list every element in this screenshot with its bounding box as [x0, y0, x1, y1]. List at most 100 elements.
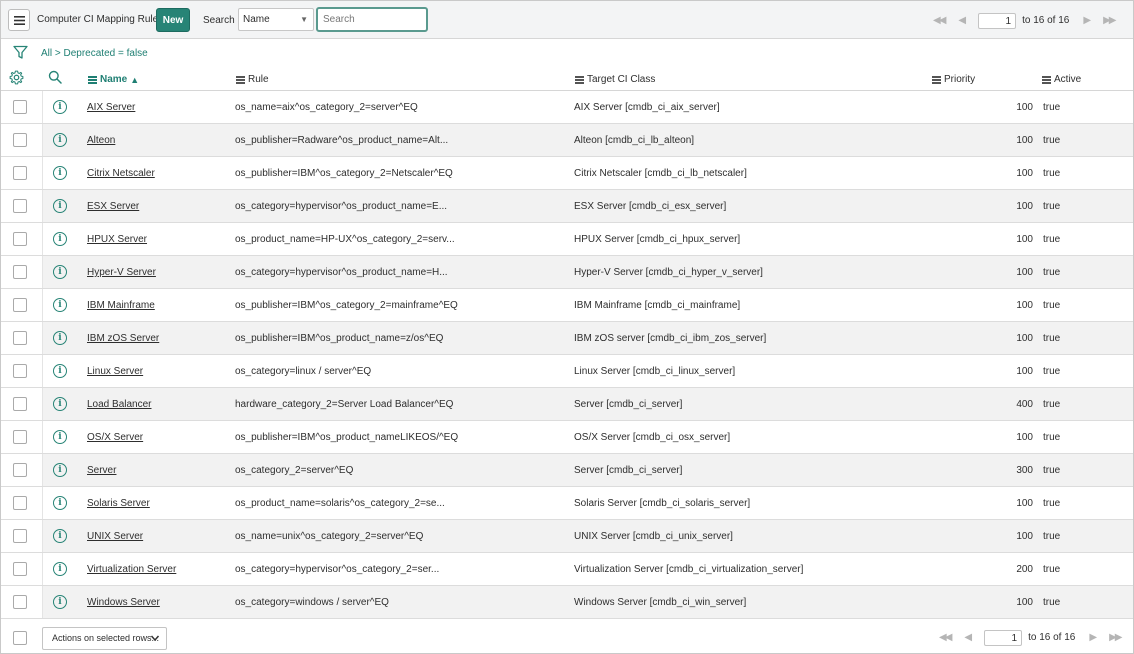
- record-name-link[interactable]: Virtualization Server: [87, 564, 176, 575]
- search-icon[interactable]: [48, 70, 62, 84]
- search-field-select[interactable]: Name ▼: [238, 8, 314, 31]
- info-icon[interactable]: i: [53, 397, 67, 411]
- sort-ascending-icon: ▲: [130, 74, 140, 85]
- record-name-link[interactable]: Server: [87, 465, 116, 476]
- record-name-link[interactable]: AIX Server: [87, 102, 135, 113]
- record-name-link[interactable]: Solaris Server: [87, 498, 150, 509]
- record-name-link[interactable]: Hyper-V Server: [87, 267, 156, 278]
- row-checkbox[interactable]: [13, 199, 27, 213]
- info-icon[interactable]: i: [53, 430, 67, 444]
- record-name-link[interactable]: HPUX Server: [87, 234, 147, 245]
- page-number-input[interactable]: 1: [984, 629, 1023, 646]
- column-menu-icon[interactable]: [88, 75, 97, 84]
- record-name-link[interactable]: Windows Server: [87, 597, 160, 608]
- active-cell: true: [1043, 399, 1061, 410]
- info-icon[interactable]: i: [53, 298, 67, 312]
- record-name-link[interactable]: ESX Server: [87, 201, 139, 212]
- row-checkbox[interactable]: [13, 133, 27, 147]
- last-page-icon[interactable]: ▶▶: [1109, 632, 1122, 643]
- info-icon[interactable]: i: [53, 529, 67, 543]
- column-header-name[interactable]: Name ▲: [88, 74, 139, 85]
- info-icon[interactable]: i: [53, 100, 67, 114]
- record-name-link[interactable]: Citrix Netscaler: [87, 168, 155, 179]
- column-menu-icon[interactable]: [932, 75, 941, 84]
- info-icon[interactable]: i: [53, 331, 67, 345]
- row-checkbox[interactable]: [13, 595, 27, 609]
- filter-icon[interactable]: [13, 45, 28, 60]
- table-body: i AIX Server os_name=aix^os_category_2=ser…: [1, 91, 1133, 619]
- top-pager: ◀◀ ◀ 1 to 16 of 16 ▶ ▶▶: [933, 12, 1117, 29]
- info-icon[interactable]: i: [53, 595, 67, 609]
- info-icon[interactable]: i: [53, 232, 67, 246]
- column-menu-icon[interactable]: [1042, 75, 1051, 84]
- column-menu-icon[interactable]: [236, 75, 245, 84]
- page-number-input[interactable]: 1: [978, 12, 1017, 29]
- next-page-icon[interactable]: ▶: [1089, 632, 1097, 643]
- rule-cell: os_category_2=server^EQ: [235, 465, 354, 476]
- table-row: i ESX Server os_category=hypervisor^os_pro…: [1, 190, 1133, 223]
- row-checkbox[interactable]: [13, 166, 27, 180]
- column-header-active[interactable]: Active: [1042, 74, 1081, 85]
- page-range-text: to 16 of 16: [1022, 15, 1070, 26]
- record-name-link[interactable]: IBM Mainframe: [87, 300, 155, 311]
- target-class-cell: IBM zOS server [cmdb_ci_ibm_zos_server]: [574, 333, 767, 344]
- info-icon[interactable]: i: [53, 364, 67, 378]
- info-icon[interactable]: i: [53, 265, 67, 279]
- record-name-link[interactable]: Alteon: [87, 135, 115, 146]
- row-checkbox[interactable]: [13, 529, 27, 543]
- last-page-icon[interactable]: ▶▶: [1103, 15, 1116, 26]
- rule-cell: os_category=linux / server^EQ: [235, 366, 372, 377]
- active-cell: true: [1043, 300, 1061, 311]
- active-cell: true: [1043, 234, 1061, 245]
- row-checkbox[interactable]: [13, 397, 27, 411]
- actions-select[interactable]: Actions on selected rows...: [42, 627, 167, 650]
- row-checkbox[interactable]: [13, 496, 27, 510]
- priority-cell: 100: [1016, 234, 1033, 245]
- record-name-link[interactable]: OS/X Server: [87, 432, 143, 443]
- column-menu-icon[interactable]: [575, 75, 584, 84]
- gear-icon[interactable]: [9, 70, 24, 85]
- info-icon[interactable]: i: [53, 496, 67, 510]
- first-page-icon[interactable]: ◀◀: [939, 632, 952, 643]
- record-name-link[interactable]: UNIX Server: [87, 531, 143, 542]
- page-title: Computer CI Mapping Rules: [37, 14, 164, 25]
- info-icon[interactable]: i: [53, 199, 67, 213]
- info-icon[interactable]: i: [53, 463, 67, 477]
- row-checkbox[interactable]: [13, 100, 27, 114]
- row-checkbox[interactable]: [13, 232, 27, 246]
- target-class-cell: Server [cmdb_ci_server]: [574, 465, 683, 476]
- column-header-target[interactable]: Target CI Class: [575, 74, 655, 85]
- active-cell: true: [1043, 465, 1061, 476]
- new-button[interactable]: New: [156, 8, 190, 32]
- first-page-icon[interactable]: ◀◀: [933, 15, 946, 26]
- record-name-link[interactable]: IBM zOS Server: [87, 333, 159, 344]
- list-view: Computer CI Mapping Rules New Search Nam…: [0, 0, 1134, 654]
- breadcrumb-filter-link[interactable]: All > Deprecated = false: [41, 48, 148, 59]
- rule-cell: os_publisher=IBM^os_product_name=z/os^EQ: [235, 333, 444, 344]
- info-icon[interactable]: i: [53, 562, 67, 576]
- row-checkbox[interactable]: [13, 331, 27, 345]
- search-input[interactable]: [316, 7, 428, 32]
- row-checkbox[interactable]: [13, 265, 27, 279]
- bottom-pager: ◀◀ ◀ 1 to 16 of 16 ▶ ▶▶: [939, 629, 1123, 646]
- record-name-link[interactable]: Load Balancer: [87, 399, 152, 410]
- prev-page-icon[interactable]: ◀: [964, 632, 972, 643]
- record-name-link[interactable]: Linux Server: [87, 366, 143, 377]
- rule-cell: hardware_category_2=Server Load Balancer…: [235, 399, 454, 410]
- row-checkbox[interactable]: [13, 562, 27, 576]
- table-row: i OS/X Server os_publisher=IBM^os_product_…: [1, 421, 1133, 454]
- info-icon[interactable]: i: [53, 133, 67, 147]
- info-icon[interactable]: i: [53, 166, 67, 180]
- active-cell: true: [1043, 333, 1061, 344]
- row-checkbox[interactable]: [13, 430, 27, 444]
- select-all-checkbox[interactable]: [13, 631, 27, 645]
- row-checkbox[interactable]: [13, 364, 27, 378]
- column-header-priority[interactable]: Priority: [932, 74, 975, 85]
- next-page-icon[interactable]: ▶: [1083, 15, 1091, 26]
- list-menu-button[interactable]: [8, 9, 30, 31]
- prev-page-icon[interactable]: ◀: [958, 15, 966, 26]
- target-class-cell: OS/X Server [cmdb_ci_osx_server]: [574, 432, 731, 443]
- row-checkbox[interactable]: [13, 298, 27, 312]
- row-checkbox[interactable]: [13, 463, 27, 477]
- column-header-rule[interactable]: Rule: [236, 74, 269, 85]
